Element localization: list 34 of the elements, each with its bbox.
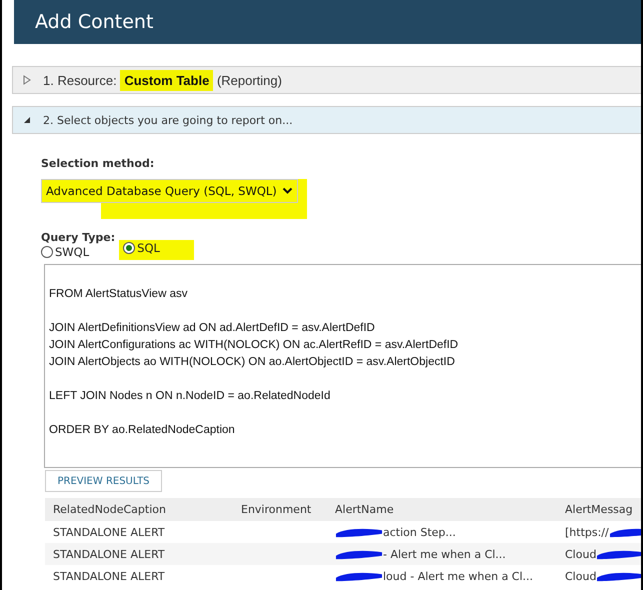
column-header: AlertMessag bbox=[564, 503, 634, 516]
column-header: Environment bbox=[240, 503, 312, 516]
table-cell: STANDALONE ALERT bbox=[53, 548, 165, 560]
field-label: Selection method: bbox=[41, 157, 156, 170]
column-header: AlertName bbox=[335, 503, 395, 516]
table-cell: - Alert me when a Cl... bbox=[383, 548, 506, 560]
table-cell: STANDALONE ALERT bbox=[53, 570, 165, 582]
section-header[interactable]: 1. Resource: Custom Table (Reporting) bbox=[12, 66, 641, 94]
window-title: Add Content bbox=[35, 11, 154, 33]
table-cell: STANDALONE ALERT bbox=[53, 526, 165, 538]
code-line: LEFT JOIN Nodes n ON n.NodeID = ao.RelatedNodeId bbox=[49, 389, 332, 404]
code-line: FROM AlertStatusView asv bbox=[49, 287, 188, 302]
code-line: JOIN AlertObjects ao WITH(NOLOCK) ON ao.AlertObjectID = asv.AlertObjectID bbox=[49, 355, 456, 370]
code-line: JOIN AlertConfigurations ac WITH(NOLOCK) ON ac.AlertRefID = asv.AlertDefID bbox=[49, 338, 460, 353]
table-cell: Cloud bbox=[565, 548, 596, 560]
table-cell: action Step... bbox=[383, 526, 456, 538]
field-label: Query Type: bbox=[41, 231, 116, 244]
collapsed-triangle-icon bbox=[23, 75, 31, 85]
chevron-down-icon bbox=[282, 187, 293, 195]
preview-results-button[interactable]: PREVIEW RESULTS bbox=[45, 470, 162, 492]
table-cell: Cloud bbox=[565, 570, 596, 582]
code-line: JOIN AlertDefinitionsView ad ON ad.AlertDefID = asv.AlertDefID bbox=[49, 321, 376, 336]
code-line: ORDER BY ao.RelatedNodeCaption bbox=[49, 423, 236, 438]
table-cell: [https:// bbox=[565, 526, 609, 538]
table-cell: loud - Alert me when a Cl... bbox=[383, 570, 534, 582]
column-header: RelatedNodeCaption bbox=[52, 503, 167, 516]
expanded-triangle-icon bbox=[23, 116, 31, 124]
radio-button[interactable] bbox=[41, 246, 53, 258]
radio-option[interactable]: SWQL bbox=[41, 244, 100, 260]
radio-button[interactable] bbox=[123, 242, 136, 254]
query-field[interactable] bbox=[44, 264, 641, 468]
selection-dropdown[interactable]: Advanced Database Query (SQL, SWQL) bbox=[41, 179, 298, 203]
radio-option[interactable]: SQL bbox=[119, 240, 194, 260]
section-header[interactable]: 2. Select objects you are going to report on... bbox=[12, 106, 641, 134]
